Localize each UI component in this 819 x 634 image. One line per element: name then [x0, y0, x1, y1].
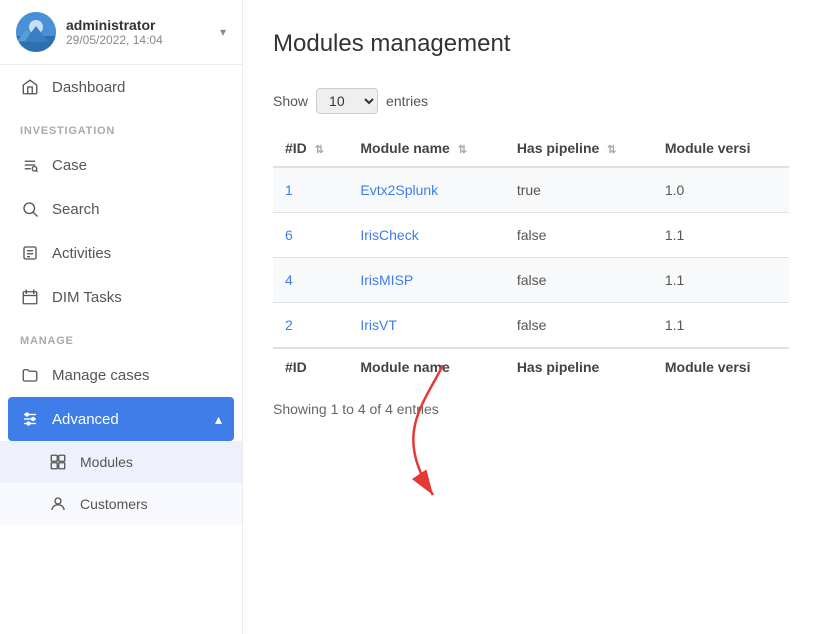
cell-id: 2 [273, 303, 348, 349]
table-header-row: #ID ⇅ Module name ⇅ Has pipeline ⇅ Modul… [273, 130, 789, 167]
sidebar-item-case[interactable]: Case [0, 143, 242, 187]
sidebar-item-manage-cases[interactable]: Manage cases [0, 353, 242, 397]
sidebar-item-search[interactable]: Search [0, 187, 242, 231]
sidebar-item-dashboard[interactable]: Dashboard [0, 65, 242, 109]
col-module-name[interactable]: Module name ⇅ [348, 130, 504, 167]
cell-id: 4 [273, 258, 348, 303]
sidebar-item-dim-tasks[interactable]: DIM Tasks [0, 275, 242, 319]
dim-tasks-icon [20, 287, 40, 307]
modules-label: Modules [80, 454, 133, 470]
col-has-pipeline[interactable]: Has pipeline ⇅ [505, 130, 653, 167]
avatar [16, 12, 56, 52]
sidebar-submenu-modules[interactable]: Modules [0, 441, 242, 483]
sidebar-item-activities[interactable]: Activities [0, 231, 242, 275]
user-name: administrator [66, 17, 210, 33]
page-title: Modules management [273, 30, 789, 58]
sidebar-submenu-customers[interactable]: Customers [0, 483, 242, 525]
show-label: Show [273, 93, 308, 109]
user-dropdown-icon[interactable]: ▾ [220, 25, 226, 39]
cell-module-name: IrisCheck [348, 213, 504, 258]
sort-pipeline-icon: ⇅ [607, 144, 616, 156]
col-module-version[interactable]: Module versi [653, 130, 789, 167]
dashboard-label: Dashboard [52, 79, 125, 96]
cell-id: 6 [273, 213, 348, 258]
advanced-label: Advanced [52, 411, 119, 428]
table-footer-row: #ID Module name Has pipeline Module vers… [273, 348, 789, 385]
col-id[interactable]: #ID ⇅ [273, 130, 348, 167]
activities-icon [20, 243, 40, 263]
table-row: 2 IrisVT false 1.1 [273, 303, 789, 349]
id-link[interactable]: 1 [285, 182, 293, 198]
advanced-chevron-icon: ▴ [215, 411, 222, 428]
footer-has-pipeline: Has pipeline [505, 348, 653, 385]
modules-icon [48, 452, 68, 472]
entries-label: entries [386, 93, 428, 109]
cell-has-pipeline: false [505, 258, 653, 303]
table-row: 6 IrisCheck false 1.1 [273, 213, 789, 258]
user-section[interactable]: administrator 29/05/2022, 14:04 ▾ [0, 0, 242, 65]
module-name-link[interactable]: IrisMISP [360, 272, 413, 288]
case-label: Case [52, 157, 87, 174]
customers-icon [48, 494, 68, 514]
section-manage: MANAGE [0, 319, 242, 353]
search-label: Search [52, 201, 100, 218]
cell-version: 1.0 [653, 167, 789, 213]
main-content: Modules management Show 10 25 50 100 ent… [243, 0, 819, 634]
section-investigation: INVESTIGATION [0, 109, 242, 143]
cell-has-pipeline: false [505, 303, 653, 349]
footer-id: #ID [273, 348, 348, 385]
cell-module-name: Evtx2Splunk [348, 167, 504, 213]
user-date: 29/05/2022, 14:04 [66, 33, 210, 47]
sidebar-item-advanced[interactable]: Advanced ▴ [8, 397, 234, 441]
cell-module-name: IrisVT [348, 303, 504, 349]
table-row: 4 IrisMISP false 1.1 [273, 258, 789, 303]
activities-label: Activities [52, 245, 111, 262]
module-name-link[interactable]: Evtx2Splunk [360, 182, 438, 198]
folder-icon [20, 365, 40, 385]
footer-module-version: Module versi [653, 348, 789, 385]
modules-table: #ID ⇅ Module name ⇅ Has pipeline ⇅ Modul… [273, 130, 789, 385]
case-icon [20, 155, 40, 175]
sliders-icon [20, 409, 40, 429]
cell-module-name: IrisMISP [348, 258, 504, 303]
manage-cases-label: Manage cases [52, 367, 150, 384]
search-icon [20, 199, 40, 219]
cell-has-pipeline: true [505, 167, 653, 213]
id-link[interactable]: 2 [285, 317, 293, 333]
module-name-link[interactable]: IrisVT [360, 317, 397, 333]
customers-label: Customers [80, 496, 148, 512]
module-name-link[interactable]: IrisCheck [360, 227, 418, 243]
dim-tasks-label: DIM Tasks [52, 289, 122, 306]
cell-version: 1.1 [653, 213, 789, 258]
id-link[interactable]: 4 [285, 272, 293, 288]
sort-id-icon: ⇅ [315, 144, 324, 156]
table-row: 1 Evtx2Splunk true 1.0 [273, 167, 789, 213]
footer-module-name: Module name [348, 348, 504, 385]
home-icon [20, 77, 40, 97]
user-info: administrator 29/05/2022, 14:04 [66, 17, 210, 47]
id-link[interactable]: 6 [285, 227, 293, 243]
sort-name-icon: ⇅ [458, 144, 467, 156]
showing-text: Showing 1 to 4 of 4 entries [273, 401, 789, 417]
cell-version: 1.1 [653, 258, 789, 303]
sidebar: administrator 29/05/2022, 14:04 ▾ Dashbo… [0, 0, 243, 634]
cell-has-pipeline: false [505, 213, 653, 258]
entries-select[interactable]: 10 25 50 100 [316, 88, 378, 114]
cell-version: 1.1 [653, 303, 789, 349]
cell-id: 1 [273, 167, 348, 213]
table-controls: Show 10 25 50 100 entries [273, 88, 789, 114]
